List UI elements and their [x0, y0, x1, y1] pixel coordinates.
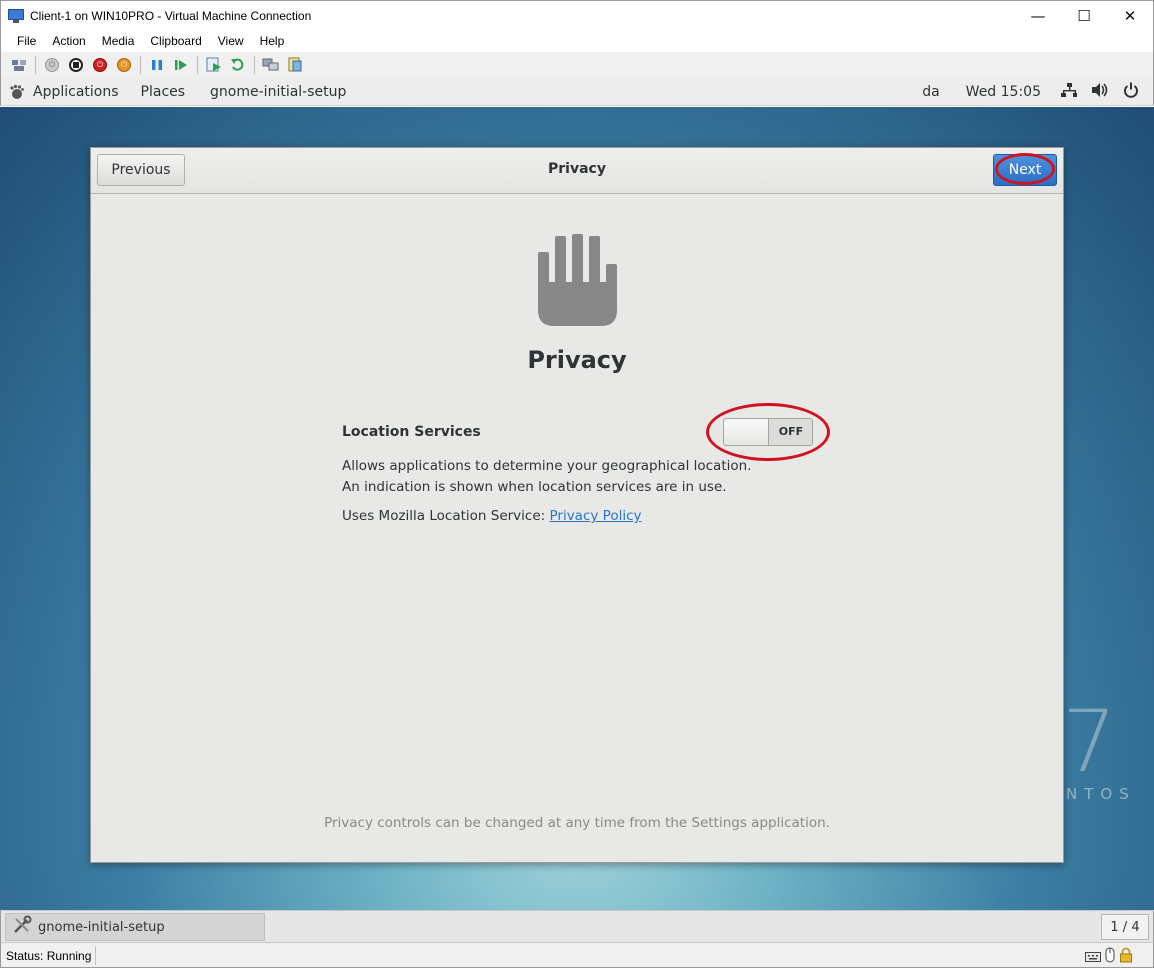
dialog-title: Privacy: [548, 161, 606, 177]
privacy-policy-link[interactable]: Privacy Policy: [549, 508, 641, 524]
start-icon[interactable]: ⏻: [43, 56, 61, 74]
menu-action[interactable]: Action: [44, 34, 93, 48]
applications-label: Applications: [33, 83, 119, 100]
enhanced-session-icon[interactable]: [262, 56, 280, 74]
privacy-hand-icon: [533, 234, 621, 326]
menu-help[interactable]: Help: [252, 34, 293, 48]
status-bar: Status: Running: [0, 942, 1154, 968]
lock-icon: [1119, 947, 1133, 967]
mozilla-service-text: Uses Mozilla Location Service:: [342, 508, 550, 524]
taskbar-item-gnome-initial-setup[interactable]: gnome-initial-setup: [5, 913, 265, 941]
turn-off-icon[interactable]: [67, 56, 85, 74]
mouse-icon: [1105, 947, 1115, 967]
menu-view[interactable]: View: [210, 34, 252, 48]
window-title: Client-1 on WIN10PRO - Virtual Machine C…: [30, 8, 312, 23]
ctrl-alt-del-icon[interactable]: [10, 56, 28, 74]
window-titlebar: Client-1 on WIN10PRO - Virtual Machine C…: [0, 0, 1154, 30]
location-description: Allows applications to determine your ge…: [342, 458, 752, 495]
vm-connection-icon: [8, 8, 24, 23]
volume-icon[interactable]: [1091, 82, 1109, 102]
keyboard-icon: [1085, 948, 1101, 967]
taskbar-item-label: gnome-initial-setup: [38, 919, 165, 935]
gnome-foot-icon: [9, 84, 25, 100]
checkpoint-icon[interactable]: [205, 56, 223, 74]
gnome-top-bar: Applications Places gnome-initial-setup …: [0, 78, 1154, 106]
gnome-window-list: gnome-initial-setup 1 / 4: [0, 910, 1154, 942]
applications-menu[interactable]: Applications: [9, 84, 119, 100]
desktop-brand-number: 7: [1062, 692, 1117, 792]
menu-clipboard[interactable]: Clipboard: [142, 34, 209, 48]
maximize-button[interactable]: ☐: [1061, 1, 1107, 30]
revert-icon[interactable]: [229, 56, 247, 74]
switch-knob: [724, 419, 769, 445]
save-state-icon[interactable]: ⏻: [115, 56, 133, 74]
initial-setup-dialog: Previous Privacy Next Privacy Location S…: [90, 147, 1064, 863]
network-icon[interactable]: [1061, 82, 1078, 102]
menu-file[interactable]: File: [9, 34, 44, 48]
workspace-indicator[interactable]: 1 / 4: [1101, 914, 1149, 940]
share-icon[interactable]: [286, 56, 304, 74]
menu-media[interactable]: Media: [94, 34, 143, 48]
vm-toolbar: ⏻ ⏻ ⏻: [0, 52, 1154, 78]
close-button[interactable]: ✕: [1107, 1, 1153, 30]
resume-icon[interactable]: [172, 56, 190, 74]
keyboard-layout-indicator[interactable]: da: [922, 84, 939, 100]
minimize-button[interactable]: —: [1015, 1, 1061, 30]
switch-state-label: OFF: [778, 425, 804, 438]
tools-icon: [12, 915, 32, 939]
location-services-label: Location Services: [342, 424, 481, 440]
app-menu[interactable]: gnome-initial-setup: [210, 84, 346, 100]
status-text: Status: Running: [6, 949, 92, 963]
desktop-brand-text: NTOS: [1066, 785, 1136, 803]
page-heading: Privacy: [527, 346, 627, 374]
location-services-switch[interactable]: OFF: [723, 418, 813, 446]
mozilla-service-line: Uses Mozilla Location Service: Privacy P…: [342, 508, 642, 524]
menu-bar: File Action Media Clipboard View Help: [0, 30, 1154, 52]
pause-icon[interactable]: [148, 56, 166, 74]
next-button[interactable]: Next: [993, 154, 1057, 186]
clock[interactable]: Wed 15:05: [966, 84, 1041, 100]
power-icon[interactable]: [1123, 82, 1139, 102]
places-menu[interactable]: Places: [141, 84, 186, 100]
privacy-footer-note: Privacy controls can be changed at any t…: [324, 815, 830, 831]
dialog-header: Previous Privacy Next: [91, 148, 1063, 194]
shut-down-icon[interactable]: ⏻: [91, 56, 109, 74]
